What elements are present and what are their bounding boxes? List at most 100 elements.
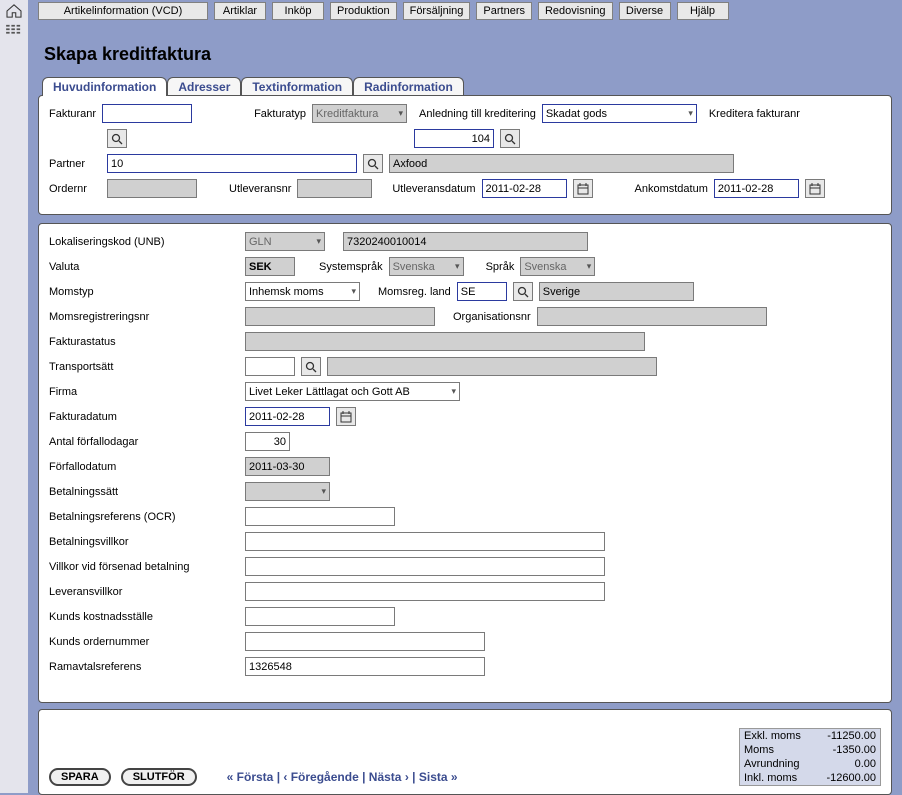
forfallodatum-label: Förfallodatum [49,461,239,473]
finish-button[interactable]: SLUTFÖR [121,768,197,786]
nav-prev[interactable]: ‹ Föregående [283,770,358,784]
total-moms-label: Moms [740,743,815,757]
ordernr-input [107,179,197,198]
footer-panel: SPARA SLUTFÖR « Första | ‹ Föregående | … [38,709,892,795]
ordernr-label: Ordernr [49,183,101,195]
partner-input[interactable] [107,154,357,173]
partner-label: Partner [49,158,101,170]
kostnadsstalle-input[interactable] [245,607,395,626]
total-exkl-value: -11250.00 [815,729,880,743]
betalningssatt-label: Betalningssätt [49,486,239,498]
lokaliseringskod-input [343,232,588,251]
firma-select[interactable]: Livet Leker Lättlagat och Gott AB▾ [245,382,460,401]
page-title: Skapa kreditfaktura [44,44,892,65]
ankomstdatum-calendar-icon[interactable] [805,179,825,198]
fakturadatum-calendar-icon[interactable] [336,407,356,426]
anledning-search-icon[interactable] [500,129,520,148]
villkor-forsenad-input[interactable] [245,557,605,576]
anledning-code-input[interactable] [414,129,494,148]
momsregland-search-icon[interactable] [513,282,533,301]
fakturadatum-input[interactable] [245,407,330,426]
betalningsreferens-label: Betalningsreferens (OCR) [49,511,239,523]
villkor-forsenad-label: Villkor vid försenad betalning [49,561,239,573]
menu-artikelinformation[interactable]: Artikelinformation (VCD) [38,2,208,20]
fakturadatum-label: Fakturadatum [49,411,239,423]
menu-produktion[interactable]: Produktion [330,2,397,20]
lokaliseringskod-type-select[interactable]: GLN▾ [245,232,325,251]
top-menu: Artikelinformation (VCD) Artiklar Inköp … [28,0,902,24]
sprak-select[interactable]: Svenska▾ [520,257,595,276]
ankomstdatum-input[interactable] [714,179,799,198]
partner-search-icon[interactable] [363,154,383,173]
tab-radinformation[interactable]: Radinformation [353,77,464,96]
menu-forsaljning[interactable]: Försäljning [403,2,471,20]
fakturastatus-input [245,332,645,351]
anledning-label: Anledning till kreditering [419,108,536,120]
utleveransdatum-input[interactable] [482,179,567,198]
systemsprak-label: Systemspråk [319,261,383,273]
partner-name-display [389,154,734,173]
nav-last[interactable]: Sista » [419,770,458,784]
total-avr-value: 0.00 [815,757,880,771]
momsregnr-input [245,307,435,326]
side-rail [0,0,28,793]
ordernummer-input[interactable] [245,632,485,651]
menu-hjalp[interactable]: Hjälp [677,2,729,20]
momsregland-label: Momsreg. land [378,286,451,298]
apps-icon[interactable] [5,24,23,38]
antal-forfallodagar-input[interactable] [245,432,290,451]
menu-artiklar[interactable]: Artiklar [214,2,266,20]
anledning-select[interactable]: Skadat gods▾ [542,104,697,123]
momsregnr-label: Momsregistreringsnr [49,311,239,323]
home-icon[interactable] [5,4,23,18]
betalningssatt-select[interactable]: ▾ [245,482,330,501]
nav-first[interactable]: « Första [227,770,274,784]
totals-box: Exkl. moms-11250.00 Moms-1350.00 Avrundn… [739,728,881,786]
nav-next[interactable]: Nästa › [369,770,409,784]
ramavtal-input[interactable] [245,657,485,676]
detail-panel: Lokaliseringskod (UNB) GLN▾ Valuta Syste… [38,223,892,703]
forfallodatum-input [245,457,330,476]
systemsprak-select[interactable]: Svenska▾ [389,257,464,276]
transportsatt-name-display [327,357,657,376]
nav-links: « Första | ‹ Föregående | Nästa › | Sist… [227,770,458,784]
fakturastatus-label: Fakturastatus [49,336,239,348]
utleveransnr-label: Utleveransnr [229,183,291,195]
total-inkl-label: Inkl. moms [740,771,815,785]
menu-inkop[interactable]: Inköp [272,2,324,20]
tab-huvudinformation[interactable]: Huvudinformation [42,77,167,96]
menu-diverse[interactable]: Diverse [619,2,671,20]
ramavtal-label: Ramavtalsreferens [49,661,239,673]
momstyp-label: Momstyp [49,286,239,298]
ordernummer-label: Kunds ordernummer [49,636,239,648]
total-avr-label: Avrundning [740,757,815,771]
transportsatt-input[interactable] [245,357,295,376]
transportsatt-search-icon[interactable] [301,357,321,376]
valuta-input [245,257,295,276]
header-panel: Fakturanr Fakturatyp Kreditfaktura▾ Anle… [38,95,892,215]
utleveransdatum-calendar-icon[interactable] [573,179,593,198]
tab-textinformation[interactable]: Textinformation [241,77,353,96]
momsregland-code-input[interactable] [457,282,507,301]
momstyp-select[interactable]: Inhemsk moms▾ [245,282,360,301]
menu-redovisning[interactable]: Redovisning [538,2,613,20]
orgnr-input [537,307,767,326]
save-button[interactable]: SPARA [49,768,111,786]
betalningsvillkor-input[interactable] [245,532,605,551]
total-moms-value: -1350.00 [815,743,880,757]
tab-adresser[interactable]: Adresser [167,77,241,96]
total-inkl-value: -12600.00 [815,771,880,785]
antal-forfallodagar-label: Antal förfallodagar [49,436,239,448]
firma-label: Firma [49,386,239,398]
total-exkl-label: Exkl. moms [740,729,815,743]
leveransvillkor-input[interactable] [245,582,605,601]
betalningsreferens-input[interactable] [245,507,395,526]
tabs: Huvudinformation Adresser Textinformatio… [42,77,892,96]
fakturanr-search-icon[interactable] [107,129,127,148]
transportsatt-label: Transportsätt [49,361,239,373]
valuta-label: Valuta [49,261,239,273]
menu-partners[interactable]: Partners [476,2,532,20]
fakturanr-input[interactable] [102,104,192,123]
ankomstdatum-label: Ankomstdatum [635,183,708,195]
fakturatyp-select[interactable]: Kreditfaktura▾ [312,104,407,123]
